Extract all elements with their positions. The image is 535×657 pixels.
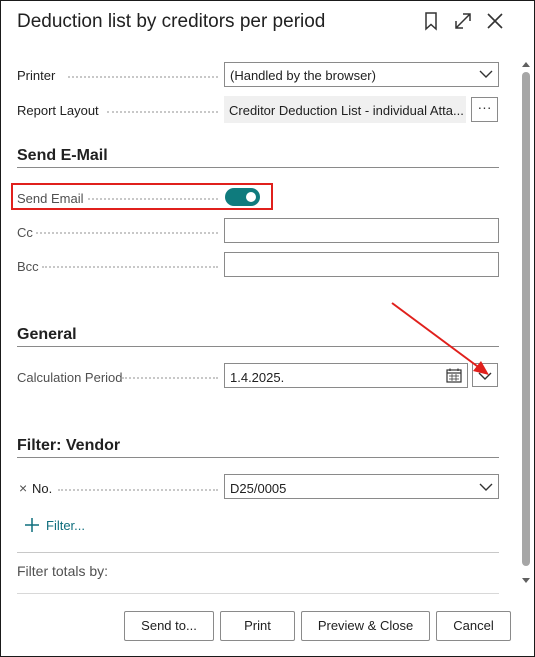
section-divider — [17, 457, 499, 458]
cc-field[interactable] — [224, 218, 499, 243]
report-layout-field[interactable]: Creditor Deduction List - individual Att… — [224, 96, 466, 123]
section-divider — [17, 167, 499, 168]
calculation-period-label: Calculation Period — [17, 370, 123, 385]
print-button[interactable]: Print — [220, 611, 295, 641]
scroll-down-icon[interactable] — [521, 577, 531, 585]
chevron-down-icon — [479, 70, 493, 78]
bcc-field[interactable] — [224, 252, 499, 277]
dotted-leader — [122, 377, 218, 379]
close-icon[interactable] — [484, 10, 506, 32]
plus-icon[interactable] — [25, 518, 39, 532]
no-filter-field[interactable]: D25/0005 — [224, 474, 499, 499]
dotted-leader — [36, 232, 218, 234]
no-filter-label: No. — [32, 481, 53, 496]
scroll-up-icon[interactable] — [521, 60, 531, 68]
cc-label: Cc — [17, 225, 33, 240]
more-options-button[interactable]: ··· — [471, 97, 498, 122]
dotted-leader — [68, 76, 218, 78]
footer-divider — [17, 593, 499, 594]
printer-label: Printer — [17, 68, 56, 83]
section-heading-send-email: Send E-Mail — [17, 147, 108, 164]
bcc-label: Bcc — [17, 259, 39, 274]
filter-divider — [17, 552, 499, 553]
remove-filter-icon[interactable]: × — [19, 480, 27, 496]
scrollbar-thumb[interactable] — [522, 72, 530, 566]
expand-icon[interactable] — [452, 10, 474, 32]
section-heading-general: General — [17, 326, 77, 343]
send-to-button[interactable]: Send to... — [124, 611, 214, 641]
cancel-button[interactable]: Cancel — [436, 611, 511, 641]
chevron-down-icon — [479, 483, 493, 491]
highlight-box — [11, 183, 273, 210]
bookmark-icon[interactable] — [420, 10, 442, 32]
report-layout-label: Report Layout — [17, 103, 99, 118]
dotted-leader — [42, 266, 218, 268]
dotted-leader — [58, 489, 218, 491]
annotation-arrow — [391, 302, 489, 375]
printer-select[interactable]: (Handled by the browser) — [224, 62, 499, 87]
preview-close-button[interactable]: Preview & Close — [301, 611, 430, 641]
dialog-title: Deduction list by creditors per period — [17, 11, 326, 32]
add-filter-link[interactable]: Filter... — [46, 518, 85, 533]
filter-totals-label: Filter totals by: — [17, 563, 109, 579]
section-heading-filter-vendor: Filter: Vendor — [17, 437, 121, 454]
dotted-leader — [107, 111, 218, 113]
